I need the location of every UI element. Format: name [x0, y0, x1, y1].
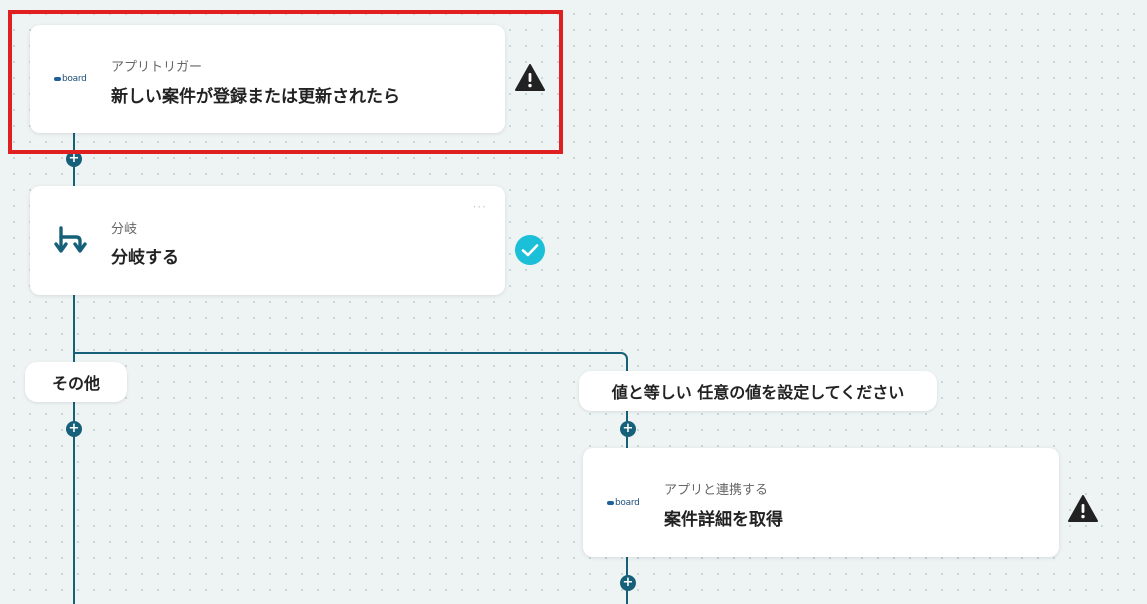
add-step-button[interactable]: +	[620, 575, 636, 591]
connector-line	[73, 352, 621, 354]
connector-line	[73, 294, 75, 604]
branch-step-card[interactable]: ··· 分岐 分岐する	[30, 186, 505, 295]
branch-label-other[interactable]: その他	[25, 362, 127, 402]
step-title: 分岐する	[111, 248, 179, 268]
board-logo: board	[607, 488, 649, 518]
warning-icon[interactable]	[1067, 493, 1099, 525]
branch-icon	[54, 225, 96, 256]
step-category: 分岐	[111, 222, 138, 237]
branch-label-condition[interactable]: 値と等しい 任意の値を設定してください	[579, 371, 937, 411]
step-title: 案件詳細を取得	[664, 510, 783, 530]
step-category: アプリと連携する	[664, 483, 769, 498]
more-options-icon[interactable]: ···	[473, 200, 487, 214]
board-logo-mark	[607, 500, 614, 505]
board-logo-text: board	[615, 497, 640, 508]
highlight-box	[8, 10, 563, 154]
add-step-button[interactable]: +	[620, 421, 636, 437]
warning-icon[interactable]	[514, 62, 546, 94]
action-step-card[interactable]: board アプリと連携する 案件詳細を取得	[583, 448, 1059, 557]
add-step-button[interactable]: +	[66, 421, 82, 437]
check-icon	[515, 235, 545, 265]
connector-corner	[619, 352, 628, 361]
